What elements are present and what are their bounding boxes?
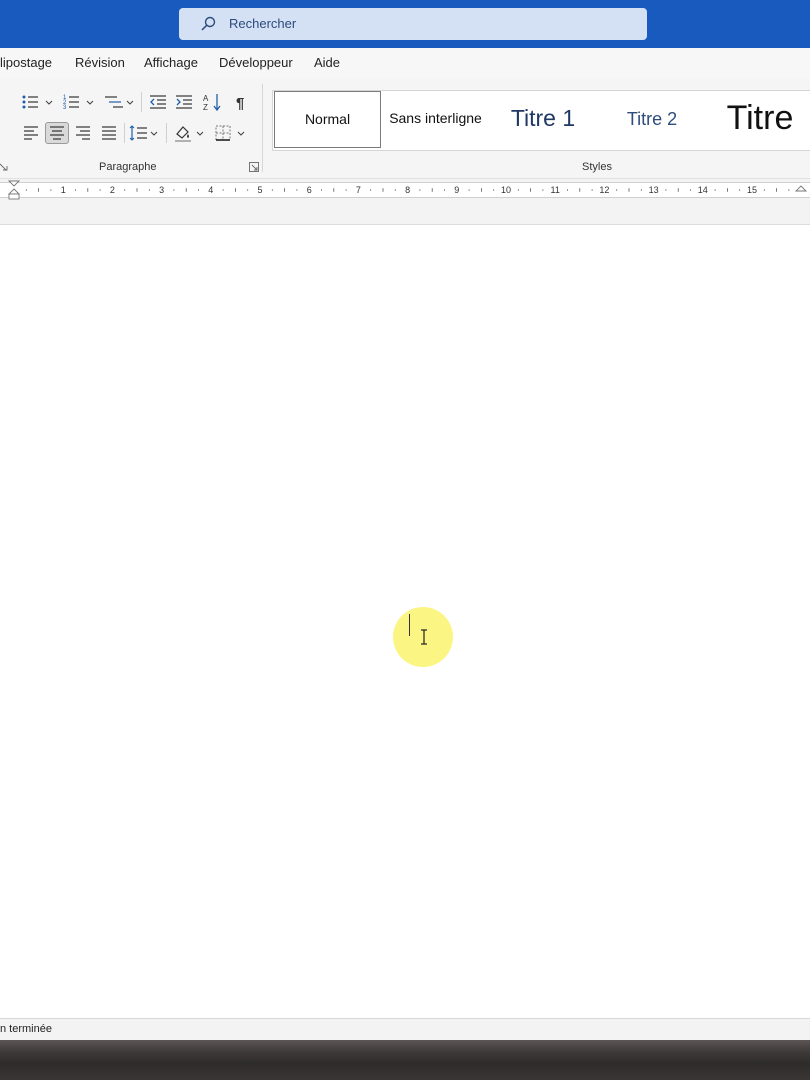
taskbar — [0, 1040, 810, 1080]
search-placeholder: Rechercher — [229, 16, 297, 31]
ibeam-cursor-icon — [421, 629, 427, 645]
align-left-button[interactable] — [20, 123, 42, 143]
ruler-number: 4 — [208, 185, 213, 195]
tab-developer[interactable]: Développeur — [219, 55, 293, 70]
ruler-number: 10 — [501, 185, 511, 195]
ruler-number: 1 — [61, 185, 66, 195]
increase-indent-icon — [176, 95, 192, 109]
ruler-number: 11 — [551, 185, 560, 195]
right-indent-marker-icon[interactable] — [794, 183, 808, 195]
ruler-number: 5 — [257, 185, 262, 195]
style-no-spacing-label: Sans interligne — [389, 110, 482, 126]
text-caret — [409, 614, 410, 636]
sort-button[interactable]: A Z — [202, 92, 224, 112]
bullet-list-icon — [22, 95, 53, 109]
styles-group-label: Styles — [582, 161, 612, 173]
ruler-number: 7 — [356, 185, 361, 195]
decrease-indent-icon — [150, 95, 166, 109]
style-heading-1-label: Titre 1 — [510, 105, 576, 131]
decrease-indent-button[interactable] — [147, 92, 169, 112]
pilcrow-icon: ¶ — [236, 95, 244, 112]
paragraph-group-label: Paragraphe — [99, 161, 157, 173]
svg-text:¶: ¶ — [236, 95, 244, 112]
line-spacing-button[interactable] — [128, 123, 162, 143]
ruler-number: 9 — [454, 185, 459, 195]
align-right-button[interactable] — [72, 123, 94, 143]
style-title-label: Titre — [726, 99, 794, 137]
ruler-number: 13 — [649, 185, 659, 195]
ruler-number: 8 — [405, 185, 410, 195]
numbered-list-icon: 1 2 3 — [63, 95, 94, 111]
borders-button[interactable] — [213, 123, 247, 143]
ruler-number: 14 — [698, 185, 708, 195]
ruler-number: 12 — [599, 185, 609, 195]
align-center-icon — [50, 126, 64, 140]
styles-gallery: Normal Sans interligne Titre 1 Titre 2 T… — [272, 90, 810, 151]
page-gap — [0, 201, 810, 225]
show-formatting-button[interactable]: ¶ — [231, 92, 253, 112]
ribbon-tabs: lipostage Révision Affichage Développeur… — [0, 48, 810, 78]
style-heading-2[interactable]: Titre 2 — [597, 91, 707, 148]
ruler-number: 2 — [110, 185, 115, 195]
multilevel-list-icon — [105, 96, 134, 108]
divider — [166, 123, 167, 143]
tab-review[interactable]: Révision — [75, 55, 125, 70]
status-bar: n terminée — [0, 1018, 810, 1041]
tab-view[interactable]: Affichage — [144, 55, 198, 70]
title-bar: Rechercher — [0, 0, 810, 48]
justify-icon — [102, 126, 116, 140]
search-icon — [201, 16, 216, 31]
justify-button[interactable] — [98, 123, 120, 143]
borders-icon — [215, 125, 245, 141]
horizontal-ruler[interactable]: 1 2 3 4 5 6 7 8 9 10 11 12 13 14 15 — [0, 182, 810, 198]
group-separator — [262, 84, 263, 172]
divider — [141, 92, 142, 112]
divider — [124, 123, 125, 143]
align-center-button[interactable] — [45, 122, 69, 144]
ruler-number: 15 — [747, 185, 757, 195]
style-heading-2-label: Titre 2 — [626, 109, 678, 129]
line-spacing-icon — [129, 125, 158, 141]
style-no-spacing[interactable]: Sans interligne — [383, 91, 488, 148]
indent-marker-icon[interactable] — [8, 180, 20, 200]
svg-text:Z: Z — [203, 103, 208, 112]
status-text: n terminée — [0, 1023, 52, 1035]
document-page[interactable] — [0, 225, 810, 1018]
ruler-number: 6 — [307, 185, 312, 195]
ruler-number: 3 — [159, 185, 164, 195]
shading-button[interactable] — [173, 123, 207, 143]
align-right-icon — [76, 126, 90, 140]
style-normal-label: Normal — [304, 111, 351, 127]
numbered-list-button[interactable]: 1 2 3 — [62, 92, 96, 112]
align-left-icon — [24, 126, 38, 140]
tab-help[interactable]: Aide — [314, 55, 340, 70]
style-normal[interactable]: Normal — [274, 91, 381, 148]
increase-indent-button[interactable] — [173, 92, 195, 112]
paragraph-dialog-launcher-icon[interactable] — [249, 162, 259, 172]
svg-text:A: A — [203, 94, 209, 103]
style-title[interactable]: Titre — [709, 91, 810, 148]
font-dialog-launcher-icon[interactable] — [0, 162, 9, 172]
sort-icon: A Z — [203, 94, 221, 112]
search-box[interactable]: Rechercher — [179, 8, 647, 40]
ribbon: 1 2 3 A Z ¶ Paragraphe Normal Sans inter… — [0, 78, 810, 179]
bullet-list-button[interactable] — [20, 92, 54, 112]
multilevel-list-button[interactable] — [103, 92, 137, 112]
tab-mailings[interactable]: lipostage — [0, 55, 52, 70]
shading-icon — [175, 126, 204, 142]
ruler-ticks: 1 2 3 4 5 6 7 8 9 10 11 12 13 14 15 — [25, 185, 790, 195]
svg-text:3: 3 — [63, 105, 67, 111]
style-heading-1[interactable]: Titre 1 — [491, 91, 595, 148]
